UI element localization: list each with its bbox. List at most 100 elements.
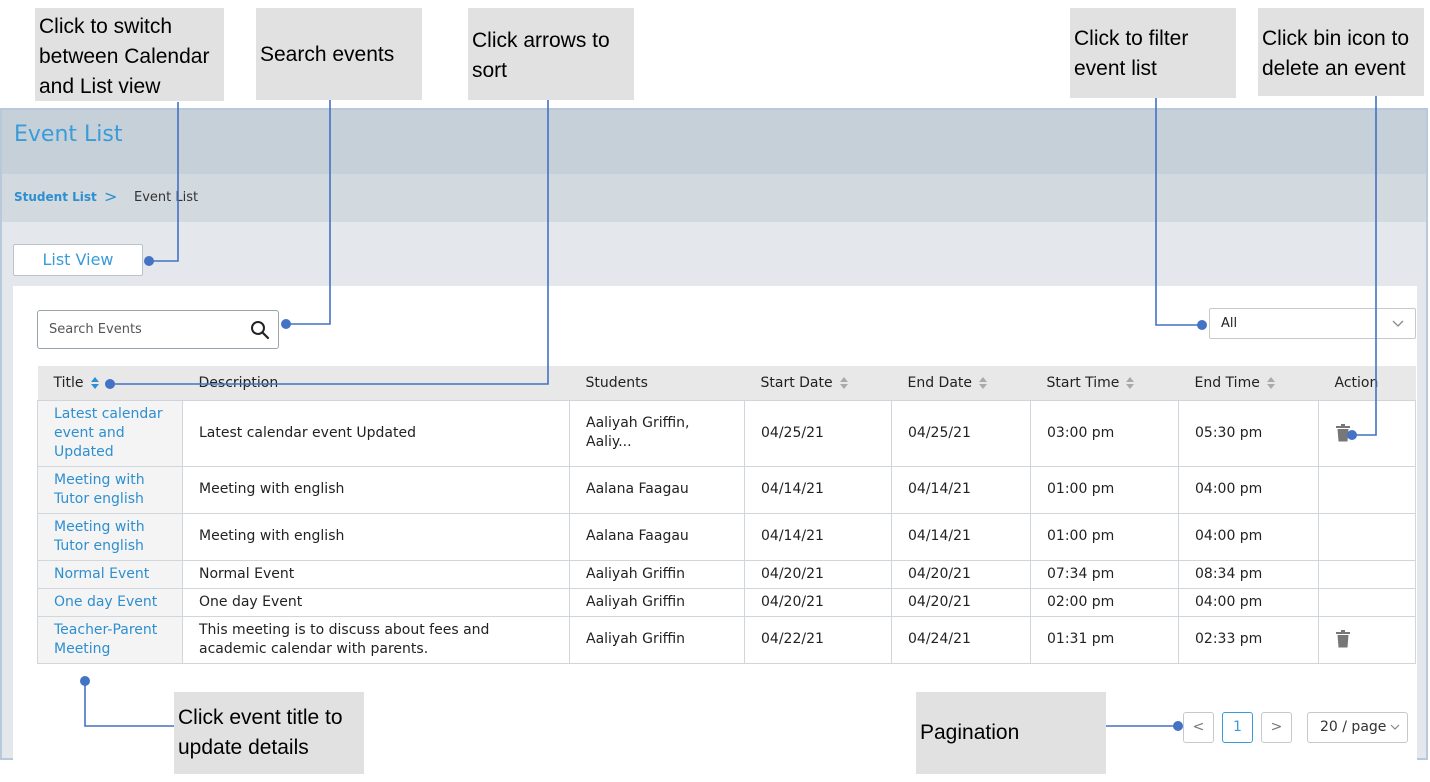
column-header-end-date[interactable]: End Date [891, 366, 1031, 401]
callout-search: Search events [256, 8, 422, 100]
pagination-next-button[interactable]: > [1261, 712, 1292, 743]
cell-end-time: 05:30 pm [1178, 399, 1319, 467]
cell-start-date: 04/22/21 [744, 615, 892, 664]
cell-description: Normal Event [182, 559, 570, 589]
cell-start-date: 04/14/21 [744, 465, 892, 514]
cell-end-date: 04/14/21 [891, 465, 1031, 514]
pagination-page-1[interactable]: 1 [1222, 712, 1253, 743]
cell-students: Aaliyah Griffin [569, 559, 745, 589]
cell-text: Aaliyah Griffin, Aaliy... [586, 415, 690, 450]
cell-start-time: 01:00 pm [1030, 465, 1179, 514]
breadcrumb-current: Event List [134, 190, 199, 205]
cell-students: Aaliyah Griffin [569, 615, 745, 664]
sort-icon[interactable] [978, 376, 988, 390]
table-row: Teacher-Parent Meeting This meeting is to… [37, 615, 1416, 664]
cell-text: 04:00 pm [1195, 481, 1263, 497]
event-title-link[interactable]: Teacher-Parent Meeting [54, 622, 157, 657]
cell-text: 07:34 pm [1047, 565, 1115, 582]
event-title-link[interactable]: Meeting with Tutor english [54, 472, 145, 507]
cell-end-time: 04:00 pm [1178, 587, 1319, 617]
cell-start-date: 04/25/21 [744, 399, 892, 467]
cell-end-date: 04/25/21 [891, 399, 1031, 467]
cell-start-time: 01:00 pm [1030, 512, 1179, 561]
search-icon[interactable] [250, 320, 270, 340]
column-header-start-time[interactable]: Start Time [1030, 366, 1179, 401]
chevron-down-icon [1392, 320, 1404, 327]
column-header-end-time[interactable]: End Time [1178, 366, 1319, 401]
cell-start-date: 04/20/21 [744, 587, 892, 617]
breadcrumb-student-list[interactable]: Student List [14, 190, 97, 204]
filter-selected-value: All [1221, 316, 1238, 331]
sort-icon[interactable] [90, 376, 100, 390]
cell-title[interactable]: Teacher-Parent Meeting [37, 615, 183, 664]
cell-start-time: 01:31 pm [1030, 615, 1179, 664]
cell-text: 03:00 pm [1047, 424, 1115, 441]
cell-title[interactable]: Meeting with Tutor english [37, 512, 183, 561]
event-title-link[interactable]: Meeting with Tutor english [54, 519, 145, 554]
event-filter-select[interactable]: All [1209, 308, 1416, 339]
cell-end-time: 04:00 pm [1178, 465, 1319, 514]
column-header-label: End Date [907, 374, 973, 391]
sort-icon[interactable] [839, 376, 849, 390]
cell-text: Aalana Faagau [586, 481, 689, 497]
trash-icon[interactable] [1335, 423, 1351, 442]
event-title-link[interactable]: Latest calendar event and Updated [54, 406, 163, 460]
breadcrumb: Student List > Event List [2, 174, 1426, 222]
events-table: Title Description Students Start Date End Da… [37, 366, 1416, 664]
view-toggle-button[interactable]: List View [13, 244, 143, 276]
cell-text: Latest calendar event Updated [199, 424, 416, 441]
page-size-select[interactable]: 20 / page [1307, 712, 1408, 743]
sort-icon[interactable] [1125, 376, 1135, 390]
cell-title[interactable]: Meeting with Tutor english [37, 465, 183, 514]
cell-text: 04/14/21 [908, 528, 971, 544]
cell-start-date: 04/14/21 [744, 512, 892, 561]
cell-action [1318, 465, 1416, 514]
table-row: Meeting with Tutor english Meeting with e… [37, 465, 1416, 514]
cell-text: 04/25/21 [761, 424, 824, 441]
cell-title[interactable]: Latest calendar event and Updated [37, 399, 183, 467]
cell-title[interactable]: Normal Event [37, 559, 183, 589]
cell-students: Aaliyah Griffin [569, 587, 745, 617]
column-header-label: Students [585, 374, 648, 391]
cell-text: 04/14/21 [761, 481, 824, 497]
table-row: One day Event One day Event Aaliyah Griffi… [37, 587, 1416, 617]
cell-text: 04:00 pm [1195, 593, 1263, 610]
cell-text: 01:31 pm [1047, 631, 1115, 647]
cell-text: 01:00 pm [1047, 528, 1115, 544]
callout-title-click: Click event title to update details [174, 692, 364, 774]
breadcrumb-chevron-icon: > [104, 187, 118, 206]
cell-text: Meeting with english [199, 481, 345, 497]
cell-start-time: 07:34 pm [1030, 559, 1179, 589]
trash-icon[interactable] [1335, 630, 1351, 648]
table-header-row: Title Description Students Start Date End Da… [37, 366, 1416, 401]
column-header-label: Start Date [760, 374, 833, 391]
event-title-link[interactable]: Normal Event [54, 566, 149, 582]
cell-description: This meeting is to discuss about fees an… [182, 615, 570, 664]
cell-start-time: 03:00 pm [1030, 399, 1179, 467]
cell-text: 08:34 pm [1195, 565, 1263, 582]
cell-text: 04/20/21 [761, 593, 824, 610]
chevron-down-icon [1390, 724, 1400, 730]
event-panel: All Title Description Students Start Date En… [13, 286, 1417, 760]
cell-text: 04/14/21 [761, 528, 824, 544]
event-title-link[interactable]: One day Event [54, 594, 157, 610]
cell-text: Normal Event [199, 565, 295, 582]
cell-text: 04/20/21 [908, 565, 971, 582]
cell-description: Meeting with english [182, 512, 570, 561]
search-input[interactable] [38, 311, 238, 348]
cell-text: One day Event [199, 593, 303, 610]
table-row: Normal Event Normal Event Aaliyah Griffin 0… [37, 559, 1416, 589]
sort-icon[interactable] [1266, 376, 1276, 390]
search-field[interactable] [37, 310, 279, 349]
cell-end-time: 02:33 pm [1178, 615, 1319, 664]
cell-text: Aaliyah Griffin [586, 593, 686, 610]
cell-title[interactable]: One day Event [37, 587, 183, 617]
column-header-title[interactable]: Title [37, 366, 183, 401]
cell-text: Aaliyah Griffin [586, 631, 686, 647]
column-header-start-date[interactable]: Start Date [744, 366, 892, 401]
cell-action [1318, 512, 1416, 561]
cell-end-time: 04:00 pm [1178, 512, 1319, 561]
pagination-prev-button[interactable]: < [1183, 712, 1214, 743]
cell-text: This meeting is to discuss about fees an… [199, 621, 490, 657]
callout-filter: Click to filter event list [1070, 8, 1236, 98]
